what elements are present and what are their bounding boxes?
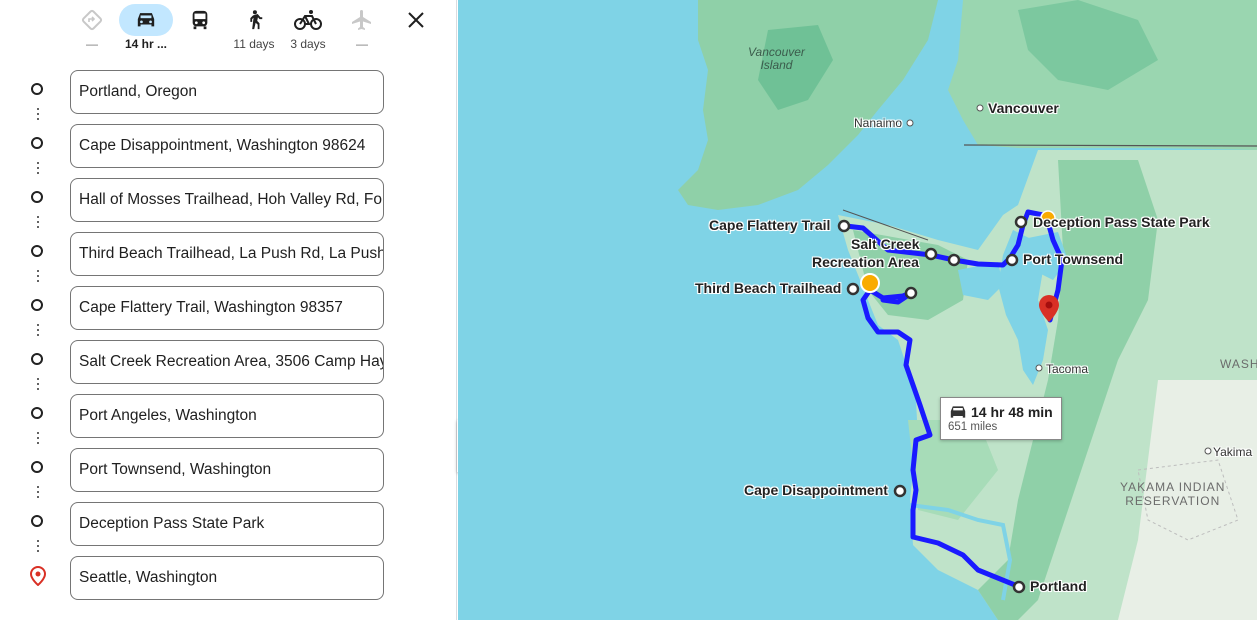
stop-input-value: Third Beach Trailhead, La Push Rd, La Pu… <box>79 245 383 262</box>
stop-input-field[interactable]: Deception Pass State Park <box>70 502 384 546</box>
mode-flights[interactable]: — <box>334 4 390 56</box>
map-canvas[interactable]: Vancouver Island Vancouver Nanaimo Cape … <box>458 0 1257 620</box>
mode-label: 3 days <box>290 37 326 51</box>
route-stop-row: Cape Flattery Trail, Washington 98357 <box>0 286 457 340</box>
route-connector-dots <box>36 378 40 394</box>
stop-input-value: Portland, Oregon <box>79 83 198 100</box>
mode-label: — <box>356 37 368 51</box>
waypoint-circle-icon[interactable] <box>31 515 43 527</box>
waypoint-circle-icon[interactable] <box>31 461 43 473</box>
stop-input-field[interactable]: Cape Disappointment, Washington 98624 <box>70 124 384 168</box>
map-label-washington: WASH <box>1220 357 1257 371</box>
route-stop-row: Salt Creek Recreation Area, 3506 Camp Ha… <box>0 340 457 394</box>
mode-walking[interactable]: 11 days <box>226 4 282 56</box>
stop-input-field[interactable]: Seattle, Washington <box>70 556 384 600</box>
map-label-deception-pass[interactable]: Deception Pass State Park <box>1033 214 1210 230</box>
stop-input-value: Salt Creek Recreation Area, 3506 Camp Ha… <box>79 353 383 370</box>
stop-input-field[interactable]: Port Townsend, Washington <box>70 448 384 492</box>
close-icon <box>408 12 424 28</box>
waypoint-circle-icon[interactable] <box>31 83 43 95</box>
map-background <box>458 0 1257 620</box>
map-label-port-townsend[interactable]: Port Townsend <box>1023 251 1123 267</box>
map-label-yakima[interactable]: Yakima <box>1213 445 1252 459</box>
mode-best-route[interactable]: — <box>64 4 120 56</box>
route-connector-dots <box>36 324 40 340</box>
route-connector-dots <box>36 108 40 124</box>
close-directions-button[interactable] <box>400 4 432 36</box>
stop-input-field[interactable]: Salt Creek Recreation Area, 3506 Camp Ha… <box>70 340 384 384</box>
mode-label: 11 days <box>233 37 275 51</box>
map-label-nanaimo[interactable]: Nanaimo <box>854 116 902 130</box>
stop-input-value: Cape Flattery Trail, Washington 98357 <box>79 299 343 316</box>
route-connector-dots <box>36 540 40 556</box>
route-connector-dots <box>36 216 40 232</box>
walking-icon <box>226 4 282 36</box>
route-summary-callout[interactable]: 14 hr 48 min 651 miles <box>940 397 1062 440</box>
waypoint-circle-icon[interactable] <box>31 191 43 203</box>
stop-input-value: Deception Pass State Park <box>79 515 265 532</box>
route-stop-row: Port Townsend, Washington <box>0 448 457 502</box>
directions-panel: — 14 hr ... 11 days 3 days — Portland, O… <box>0 0 457 620</box>
map-label-portland[interactable]: Portland <box>1030 578 1087 594</box>
best-route-icon <box>64 4 120 36</box>
waypoint-circle-icon[interactable] <box>31 299 43 311</box>
waypoint-circle-icon[interactable] <box>31 353 43 365</box>
mode-cycling[interactable]: 3 days <box>280 4 336 56</box>
map-label-cape-flattery[interactable]: Cape Flattery Trail <box>709 217 830 233</box>
stop-input-field[interactable]: Cape Flattery Trail, Washington 98357 <box>70 286 384 330</box>
map-label-yakama-reservation: YAKAMA INDIAN RESERVATION <box>1120 480 1226 508</box>
waypoint-circle-icon[interactable] <box>31 245 43 257</box>
map-label-tacoma[interactable]: Tacoma <box>1046 362 1088 376</box>
map-label-vancouver[interactable]: Vancouver <box>988 100 1059 116</box>
route-stop-row: Seattle, Washington <box>0 556 457 610</box>
stop-input-value: Seattle, Washington <box>79 569 218 586</box>
stop-input-field[interactable]: Hall of Mosses Trailhead, Hoh Valley Rd,… <box>70 178 384 222</box>
waypoint-circle-icon[interactable] <box>31 407 43 419</box>
route-stop-row: Cape Disappointment, Washington 98624 <box>0 124 457 178</box>
bicycle-icon <box>280 4 336 36</box>
map-label-vancouver-island: Vancouver Island <box>748 45 805 72</box>
map-label-salt-creek[interactable]: Salt Creek <box>851 236 919 252</box>
mode-label: 14 hr ... <box>124 37 168 51</box>
bus-icon <box>172 4 228 36</box>
stop-input-field[interactable]: Port Angeles, Washington <box>70 394 384 438</box>
waypoint-circle-icon[interactable] <box>31 137 43 149</box>
stop-input-field[interactable]: Portland, Oregon <box>70 70 384 114</box>
stop-input-value: Cape Disappointment, Washington 98624 <box>79 137 366 154</box>
stop-input-field[interactable]: Third Beach Trailhead, La Push Rd, La Pu… <box>70 232 384 276</box>
route-distance: 651 miles <box>948 421 998 433</box>
mode-label: — <box>86 37 98 51</box>
map-label-recreation-area[interactable]: Recreation Area <box>812 254 919 270</box>
route-duration: 14 hr 48 min <box>971 404 1053 420</box>
route-connector-dots <box>36 270 40 286</box>
route-stop-row: Third Beach Trailhead, La Push Rd, La Pu… <box>0 232 457 286</box>
route-stop-row: Deception Pass State Park <box>0 502 457 556</box>
route-stop-row: Hall of Mosses Trailhead, Hoh Valley Rd,… <box>0 178 457 232</box>
stop-input-value: Port Angeles, Washington <box>79 407 257 424</box>
map-label-third-beach[interactable]: Third Beach Trailhead <box>695 280 841 296</box>
car-icon <box>950 406 966 418</box>
route-connector-dots <box>36 162 40 178</box>
stop-input-value: Port Townsend, Washington <box>79 461 272 478</box>
mode-driving[interactable]: 14 hr ... <box>118 4 174 56</box>
route-connector-dots <box>36 432 40 448</box>
airplane-icon <box>334 4 390 36</box>
mode-transit[interactable] <box>172 4 228 56</box>
stop-input-value: Hall of Mosses Trailhead, Hoh Valley Rd,… <box>79 191 383 208</box>
destination-pin-icon <box>29 566 47 586</box>
map-label-cape-disappointment[interactable]: Cape Disappointment <box>744 482 888 498</box>
route-stop-row: Portland, Oregon <box>0 70 457 124</box>
route-connector-dots <box>36 486 40 502</box>
hiking-marker-icon[interactable] <box>860 273 880 293</box>
route-stop-row: Port Angeles, Washington <box>0 394 457 448</box>
car-icon <box>119 4 173 36</box>
